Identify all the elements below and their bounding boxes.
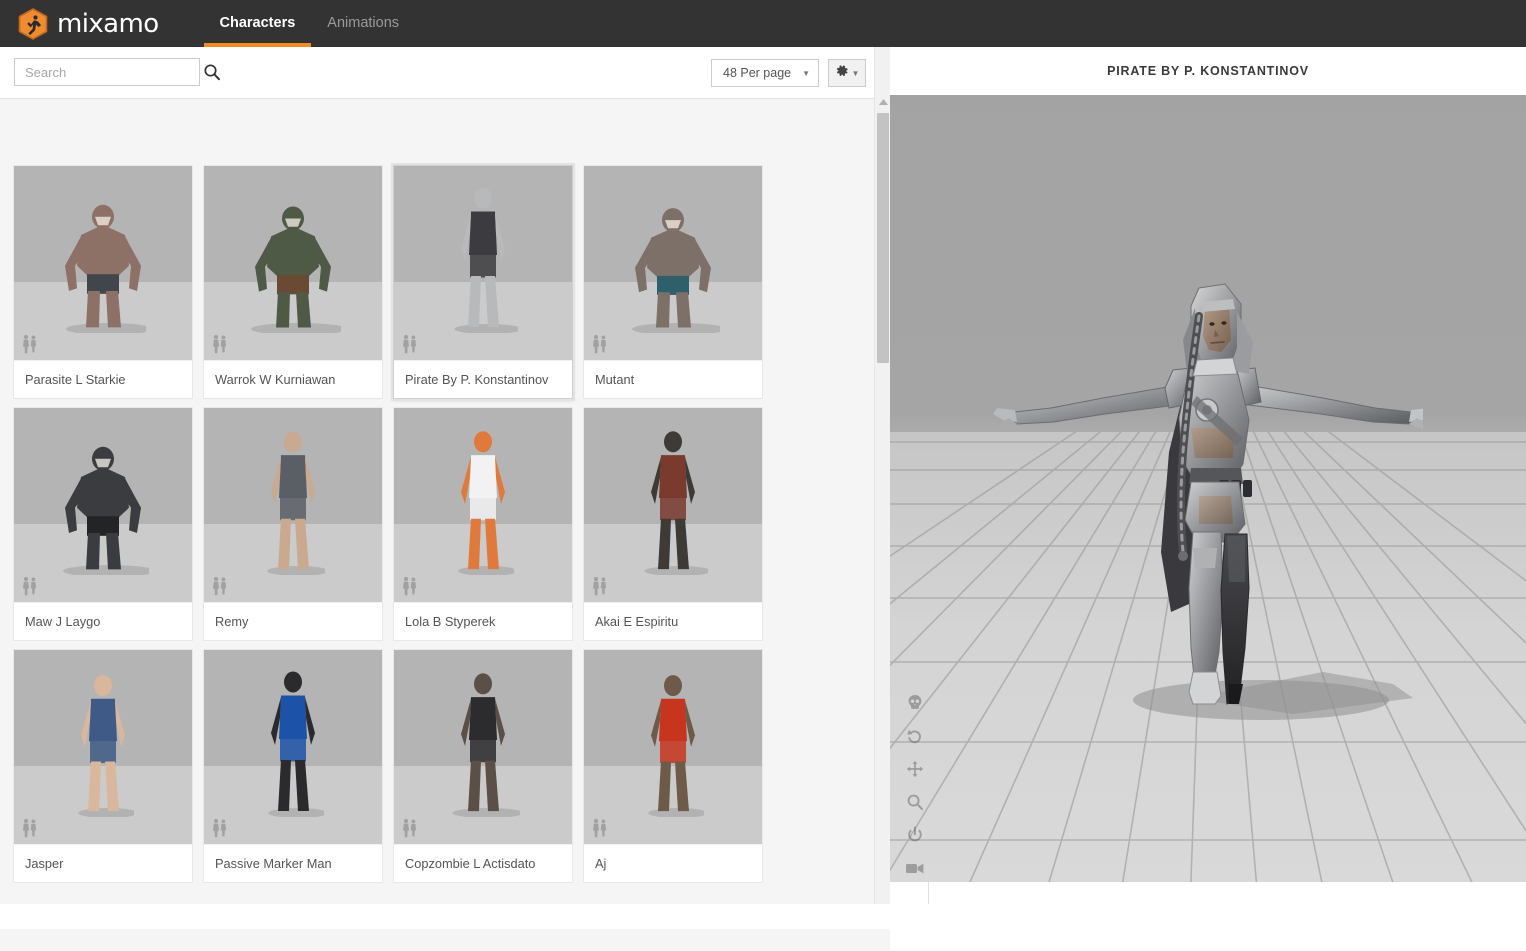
character-card[interactable]: Passive Marker Man	[203, 649, 383, 883]
caret-up-icon[interactable]	[875, 95, 891, 109]
gear-icon	[835, 64, 849, 83]
search-box[interactable]	[14, 58, 220, 86]
character-thumbnail[interactable]	[584, 408, 762, 602]
human-scale-icon	[212, 576, 228, 596]
character-name-label: Remy	[204, 602, 382, 640]
character-card[interactable]: Warrok W Kurniawan	[203, 165, 383, 399]
human-scale-icon	[402, 818, 418, 838]
move-icon[interactable]	[904, 758, 926, 780]
character-silhouette	[262, 667, 328, 818]
character-silhouette	[261, 427, 329, 576]
character-name-label: Jasper	[14, 844, 192, 882]
app-header: mixamo Characters Animations	[0, 0, 1526, 47]
mixamo-hexagon-runner-icon	[18, 7, 48, 40]
character-card[interactable]: Copzombie L Actisdato	[393, 649, 573, 883]
human-scale-icon	[592, 334, 608, 354]
character-thumbnail[interactable]	[14, 650, 192, 844]
viewport-character-name: PIRATE BY P. KONSTANTINOV	[1107, 64, 1309, 78]
character-silhouette	[245, 195, 347, 335]
character-card[interactable]: Lola B Styperek	[393, 407, 573, 641]
character-silhouette	[72, 671, 138, 818]
character-name-label: Pirate By P. Konstantinov	[394, 360, 572, 398]
character-card[interactable]: Akai E Espiritu	[583, 407, 763, 641]
character-card[interactable]: Maw J Laygo	[13, 407, 193, 641]
grid-scrollbar[interactable]	[874, 47, 890, 904]
human-scale-icon	[592, 576, 608, 596]
human-scale-icon	[22, 818, 38, 838]
skull-icon[interactable]	[904, 692, 926, 714]
human-scale-icon	[212, 818, 228, 838]
character-grid: Parasite L Starkie Warrok W Kurniawan Pi…	[0, 99, 890, 883]
character-thumbnail[interactable]	[14, 166, 192, 360]
character-silhouette	[448, 183, 522, 334]
undo-icon[interactable]	[904, 725, 926, 747]
character-name-label: Parasite L Starkie	[14, 360, 192, 398]
character-thumbnail[interactable]	[394, 166, 572, 360]
chevron-down-icon: ▼	[802, 68, 810, 78]
viewport-title-bar: PIRATE BY P. KONSTANTINOV	[890, 47, 1526, 95]
panel-bottom-strip	[0, 929, 890, 951]
character-silhouette	[642, 671, 708, 818]
scrollbar-thumb[interactable]	[877, 113, 889, 363]
human-scale-icon	[592, 818, 608, 838]
character-thumbnail[interactable]	[204, 166, 382, 360]
character-card[interactable]: Pirate By P. Konstantinov	[393, 165, 573, 399]
character-silhouette	[626, 197, 726, 335]
character-card[interactable]: Jasper	[13, 649, 193, 883]
tab-characters[interactable]: Characters	[203, 0, 312, 47]
power-icon[interactable]	[904, 824, 926, 846]
per-page-select[interactable]: 48 Per page ▼	[711, 59, 819, 87]
character-name-label: Mutant	[584, 360, 762, 398]
character-card[interactable]: Mutant	[583, 165, 763, 399]
character-browser-panel: Parasite L Starkie Warrok W Kurniawan	[0, 47, 890, 951]
character-model	[993, 283, 1423, 720]
settings-button[interactable]: ▼	[828, 59, 866, 87]
character-name-label: Warrok W Kurniawan	[204, 360, 382, 398]
video-icon[interactable]	[904, 857, 926, 879]
human-scale-icon	[212, 334, 228, 354]
per-page-label: 48 Per page	[723, 66, 792, 80]
human-scale-icon	[402, 576, 418, 596]
chevron-down-icon: ▼	[851, 68, 860, 78]
human-scale-icon	[22, 576, 38, 596]
character-silhouette	[446, 669, 524, 818]
character-name-label: Passive Marker Man	[204, 844, 382, 882]
character-silhouette	[452, 427, 518, 576]
character-silhouette	[60, 193, 152, 335]
character-name-label: Lola B Styperek	[394, 602, 572, 640]
magnifier-icon[interactable]	[904, 791, 926, 813]
viewport-tool-strip	[904, 692, 934, 879]
character-card[interactable]: Aj	[583, 649, 763, 883]
search-input[interactable]	[15, 64, 201, 80]
character-thumbnail[interactable]	[584, 166, 762, 360]
character-name-label: Copzombie L Actisdato	[394, 844, 572, 882]
character-silhouette	[638, 427, 712, 576]
character-thumbnail[interactable]	[584, 650, 762, 844]
character-thumbnail[interactable]	[394, 408, 572, 602]
human-scale-icon	[22, 334, 38, 354]
character-thumbnail[interactable]	[14, 408, 192, 602]
character-thumbnail[interactable]	[394, 650, 572, 844]
character-3d-viewport[interactable]	[890, 47, 1526, 882]
brand-name: mixamo	[57, 8, 159, 39]
character-grid-scroll[interactable]: Parasite L Starkie Warrok W Kurniawan Pi…	[0, 99, 890, 904]
brand-logo[interactable]: mixamo	[18, 7, 159, 40]
character-card[interactable]: Remy	[203, 407, 383, 641]
character-thumbnail[interactable]	[204, 408, 382, 602]
tab-animations[interactable]: Animations	[311, 0, 415, 47]
character-silhouette	[57, 435, 155, 577]
character-name-label: Aj	[584, 844, 762, 882]
character-thumbnail[interactable]	[204, 650, 382, 844]
main-nav: Characters Animations	[203, 0, 416, 47]
viewport-bottom-strip	[890, 882, 1526, 904]
divider	[928, 882, 929, 904]
character-name-label: Akai E Espiritu	[584, 602, 762, 640]
character-name-label: Maw J Laygo	[14, 602, 192, 640]
character-card[interactable]: Parasite L Starkie	[13, 165, 193, 399]
human-scale-icon	[402, 334, 418, 354]
